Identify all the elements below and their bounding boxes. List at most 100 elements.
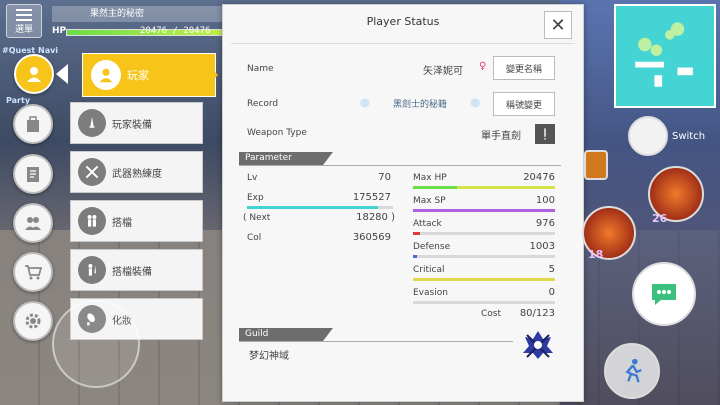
max-sp-label: Max SP (413, 196, 446, 206)
defense-value: 1003 (529, 241, 555, 252)
max-sp-bar (413, 209, 555, 212)
max-hp-bar-fill (413, 186, 458, 189)
critical-bar (413, 278, 555, 281)
max-hp-bar (413, 186, 555, 189)
player-avatar-icon (91, 60, 121, 90)
guild-header: Guild (239, 328, 333, 341)
partner-equipment-icon (78, 256, 106, 284)
exp-value: 175527 (352, 192, 391, 203)
friends-icon (25, 217, 41, 230)
player-icon (27, 67, 41, 82)
shop-menu-button[interactable] (13, 252, 53, 292)
critical-value: 5 (548, 264, 555, 275)
gear-icon (25, 313, 41, 329)
max-hp-label: Max HP (413, 173, 447, 183)
guild-name: 梦幻神域 (249, 351, 289, 362)
submenu-item-weapon-mastery[interactable]: 武器熟練度 (70, 151, 203, 193)
next-label: ( Next (243, 213, 271, 223)
skill-count-2: 18 (588, 248, 604, 261)
skill-count-1: 26 (652, 212, 668, 225)
gender-icon: ♀ (479, 61, 487, 72)
submenu-player[interactable]: 玩家 (82, 53, 216, 97)
level-label: Lv (247, 173, 258, 183)
switch-skill-button[interactable] (628, 116, 668, 156)
defense-bar-fill (413, 255, 418, 258)
switch-label: Switch (672, 131, 706, 142)
settings-menu-button[interactable] (13, 301, 53, 341)
name-label: Name (247, 64, 274, 74)
submenu-arrow (206, 63, 218, 87)
critical-label: Critical (413, 265, 445, 275)
buff-icon (584, 150, 608, 180)
level-value: 70 (378, 172, 391, 183)
submenu-item-label: 搭檔 (112, 217, 132, 229)
party-label: Party (6, 96, 31, 105)
submenu-item-partner[interactable]: 搭檔 (70, 200, 203, 242)
weapon-type-value: 單手直劍 (481, 131, 521, 142)
evasion-bar (413, 301, 555, 304)
chat-icon (652, 284, 676, 305)
max-sp-bar-fill (413, 209, 555, 212)
max-sp-value: 100 (535, 195, 555, 206)
title-divider (231, 43, 575, 44)
sword-icon (535, 124, 555, 144)
max-hp-value: 20476 (523, 172, 555, 183)
submenu-item-label: 玩家裝備 (112, 119, 152, 131)
record-title-badge: 黑劍士的秘籍 (351, 94, 489, 112)
attack-label: Attack (413, 219, 442, 229)
active-pointer (56, 64, 68, 84)
submenu-item-partner-equipment[interactable]: 搭檔裝備 (70, 249, 203, 291)
player-menu-button[interactable] (14, 54, 54, 94)
close-icon: ✕ (550, 14, 566, 36)
virtual-joystick[interactable] (52, 300, 140, 388)
weapon-type-label: Weapon Type (247, 128, 307, 138)
player-title-plate: 果然主的秘密 (52, 6, 227, 22)
parameter-divider (239, 165, 561, 166)
critical-bar-fill (413, 278, 555, 281)
friends-menu-button[interactable] (13, 203, 53, 243)
submenu-item-label: 搭檔裝備 (112, 266, 152, 278)
chat-button[interactable] (632, 262, 696, 326)
equipment-icon (78, 109, 106, 137)
cost-value: 80/123 (519, 308, 555, 319)
exp-bar-fill (247, 206, 379, 209)
guild-divider (239, 341, 513, 342)
player-title: 果然主的秘密 (90, 9, 145, 19)
col-value: 360569 (352, 232, 391, 243)
close-button[interactable]: ✕ (544, 11, 572, 39)
hp-value: 20476 / 20476 (140, 26, 211, 36)
submenu-item-label: 武器熟練度 (112, 168, 162, 180)
bag-icon (27, 116, 39, 132)
exp-bar (247, 206, 393, 209)
attack-bar (413, 232, 555, 235)
menu-label: 選單 (14, 25, 33, 35)
player-status-panel: Player Status ✕ Name 矢泽妮可 ♀ 變更名稱 Record … (222, 4, 584, 402)
bag-menu-button[interactable] (13, 104, 53, 144)
guild-emblem-icon (523, 331, 553, 359)
hp-label: HP (52, 26, 67, 36)
exp-label: Exp (247, 193, 264, 203)
panel-title: Player Status (366, 15, 440, 28)
cart-icon (25, 265, 43, 280)
attack-bar-fill (413, 232, 421, 235)
next-value: 18280 ) (356, 212, 395, 223)
hamburger-icon (16, 9, 32, 21)
minimap[interactable] (614, 4, 716, 108)
run-button[interactable] (604, 343, 660, 399)
notebook-icon (27, 167, 39, 182)
quest-log-menu-button[interactable] (13, 154, 53, 194)
run-icon (625, 358, 642, 383)
attack-value: 976 (535, 218, 555, 229)
rename-button[interactable]: 變更名稱 (493, 56, 555, 80)
col-label: Col (247, 233, 262, 243)
evasion-label: Evasion (413, 288, 448, 298)
defense-bar (413, 255, 555, 258)
partner-icon (78, 207, 106, 235)
record-value: 黑劍士的秘籍 (392, 99, 447, 110)
menu-button[interactable]: 選單 (6, 4, 42, 38)
change-title-button[interactable]: 稱號變更 (493, 92, 555, 116)
parameter-header: Parameter (239, 152, 333, 165)
name-value: 矢泽妮可 (423, 66, 463, 77)
submenu-item-equipment[interactable]: 玩家裝備 (70, 102, 203, 144)
record-label: Record (247, 99, 279, 109)
